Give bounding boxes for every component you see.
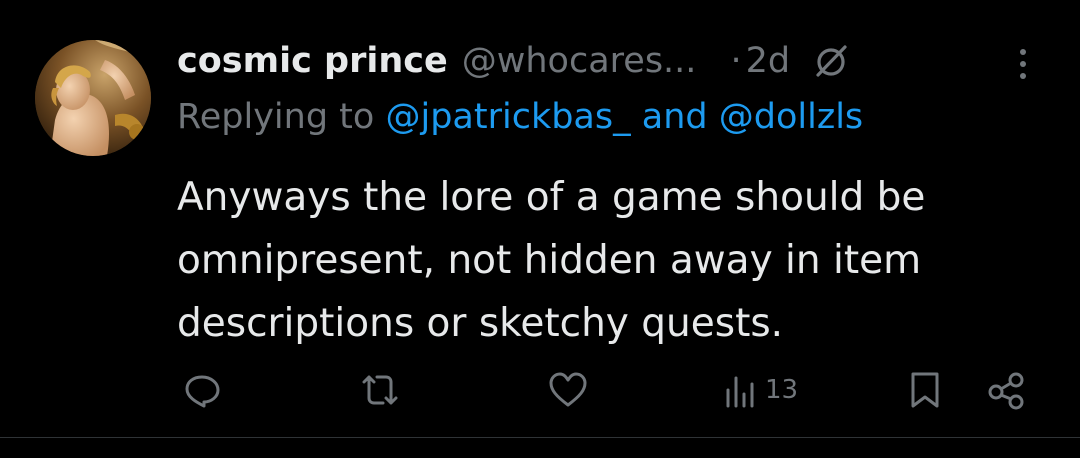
mention-link[interactable]: @jpatrickbas_ [385, 97, 630, 137]
tweet-text: Anyways the lore of a game should be omn… [177, 175, 926, 346]
avatar-image [35, 40, 151, 156]
tweet-card[interactable]: cosmic prince @whocares... · 2d Replying… [0, 0, 1080, 458]
views-count: 13 [765, 375, 799, 405]
divider [0, 437, 1080, 438]
views-button[interactable]: 13 [723, 368, 798, 412]
replying-to: Replying to @jpatrickbas_ and @dollzls [177, 97, 863, 137]
grok-icon[interactable] [812, 41, 852, 81]
bookmark-icon [911, 372, 939, 408]
mention-link[interactable]: @dollzls [719, 97, 863, 137]
heart-icon [549, 372, 587, 407]
like-button[interactable] [546, 368, 590, 412]
display-name[interactable]: cosmic prince [177, 41, 448, 81]
mention-conjunction[interactable]: and [642, 97, 708, 137]
retweet-icon [362, 375, 398, 405]
tweet-header: cosmic prince @whocares... · 2d [177, 36, 852, 86]
retweet-button[interactable] [358, 368, 402, 412]
views-icon [726, 376, 754, 408]
more-options-icon[interactable] [1008, 44, 1038, 84]
user-handle[interactable]: @whocares... [462, 41, 697, 81]
share-button[interactable] [984, 368, 1028, 412]
reply-icon [185, 375, 220, 408]
share-icon [988, 372, 1024, 410]
separator-dot: · [730, 41, 742, 81]
action-bar: 13 [0, 360, 1080, 420]
bookmark-button[interactable] [907, 368, 943, 412]
timestamp[interactable]: 2d [746, 41, 791, 81]
avatar[interactable] [35, 40, 151, 156]
reply-button[interactable] [180, 368, 224, 412]
replying-to-label: Replying to [177, 97, 375, 137]
